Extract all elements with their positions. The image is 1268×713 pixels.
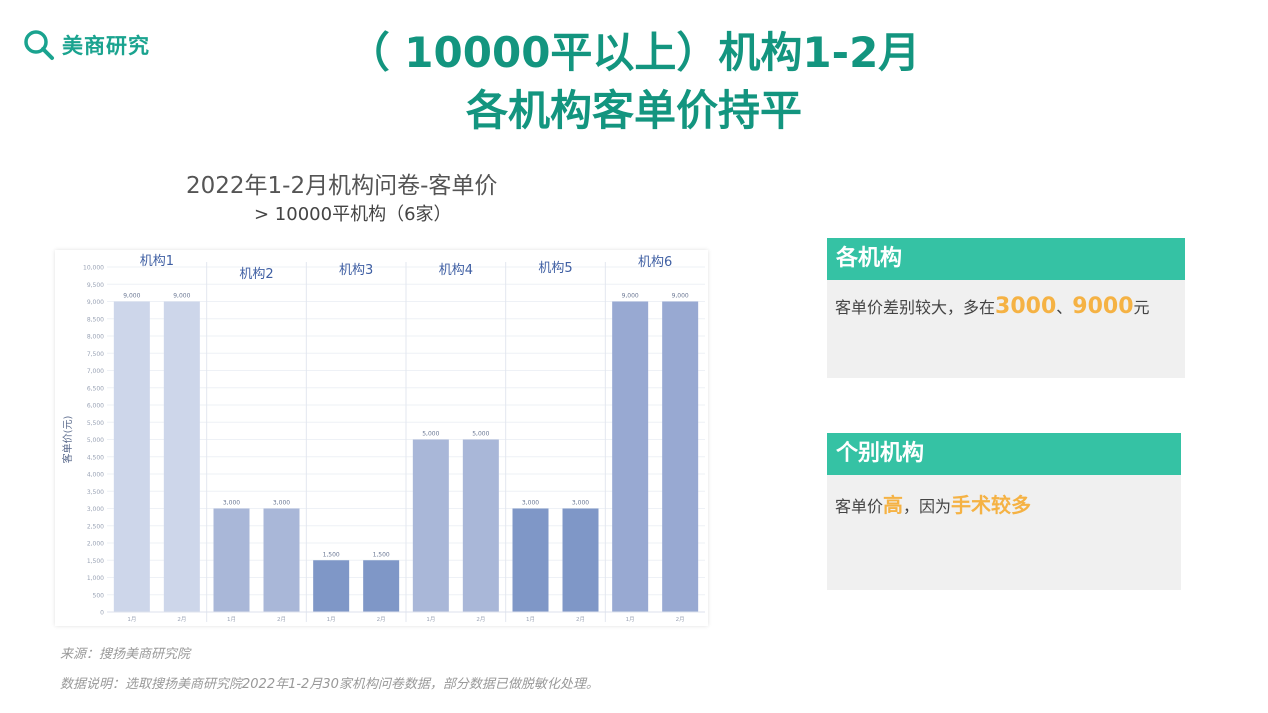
bar xyxy=(163,301,200,612)
bar-data-label: 5,000 xyxy=(422,431,439,438)
x-tick-label: 2月 xyxy=(377,616,386,623)
y-tick-label: 8,500 xyxy=(87,316,104,323)
y-tick-label: 5,500 xyxy=(87,420,104,427)
bar-data-label: 3,000 xyxy=(522,500,539,507)
y-tick-label: 10,000 xyxy=(83,265,104,272)
bar xyxy=(113,301,150,612)
x-tick-label: 2月 xyxy=(177,616,186,623)
x-tick-label: 1月 xyxy=(227,616,236,623)
group-label: 机构2 xyxy=(239,267,273,282)
y-tick-label: 5,000 xyxy=(87,437,104,444)
chart-title: 2022年1-2月机构问卷-客单价 xyxy=(186,173,498,199)
card-header: 个别机构 xyxy=(827,433,1181,475)
card-text: 客单价差别较大，多在 xyxy=(835,298,996,317)
bar-data-label: 5,000 xyxy=(472,431,489,438)
y-tick-label: 6,500 xyxy=(87,385,104,392)
highlight-text: 高 xyxy=(883,493,904,517)
y-tick-label: 2,000 xyxy=(87,541,104,548)
x-tick-label: 1月 xyxy=(526,616,535,623)
data-note: 数据说明：选取搜扬美商研究院2022年1-2月30家机构问卷数据，部分数据已做脱… xyxy=(60,677,599,692)
highlight-value: 3000 xyxy=(995,294,1057,319)
x-tick-label: 1月 xyxy=(327,616,336,623)
x-tick-label: 1月 xyxy=(426,616,435,623)
bar-data-label: 3,000 xyxy=(223,500,240,507)
page-title-line2: 各机构客单价持平 xyxy=(465,86,802,135)
x-tick-label: 2月 xyxy=(277,616,286,623)
y-tick-label: 3,000 xyxy=(87,506,104,513)
y-tick-label: 9,000 xyxy=(87,299,104,306)
y-tick-label: 1,000 xyxy=(87,575,104,582)
bar xyxy=(263,508,300,612)
y-tick-label: 6,000 xyxy=(87,403,104,410)
group-label: 机构5 xyxy=(538,261,572,276)
y-tick-label: 4,000 xyxy=(87,472,104,479)
bar xyxy=(562,508,599,612)
bar-data-label: 9,000 xyxy=(622,293,639,300)
y-tick-label: 500 xyxy=(93,592,105,599)
x-tick-label: 1月 xyxy=(626,616,635,623)
card-text: 客单价 xyxy=(835,497,884,516)
chart-svg: 0 500 1,000 1,500 2,000 2,500 3,000 3,500 4,000 4… xyxy=(61,254,705,623)
bar xyxy=(313,560,350,612)
highlight-text: 手术较多 xyxy=(951,493,1032,517)
y-tick-label: 2,500 xyxy=(87,523,104,530)
chart-subtitle: > 10000平机构（6家） xyxy=(254,204,452,225)
separator: 、 xyxy=(1056,298,1073,317)
bar-data-label: 9,000 xyxy=(123,293,140,300)
bar xyxy=(213,508,250,612)
card-body: 客单价差别较大，多在 3000 、 9000 元 xyxy=(827,280,1185,333)
y-tick-label: 7,500 xyxy=(87,351,104,358)
x-tick-label: 1月 xyxy=(127,616,136,623)
card-body: 客单价 高 ，因为 手术较多 xyxy=(827,475,1181,532)
y-tick-label: 0 xyxy=(100,610,104,617)
card-text: 元 xyxy=(1133,298,1150,317)
y-tick-label: 8,000 xyxy=(87,334,104,341)
highlight-value: 9000 xyxy=(1072,294,1134,319)
card-text: ，因为 xyxy=(903,497,952,516)
card-individual-institutions: 个别机构 客单价 高 ，因为 手术较多 xyxy=(827,433,1181,590)
y-tick-label: 9,500 xyxy=(87,282,104,289)
y-tick-label: 3,500 xyxy=(87,489,104,496)
x-tick-label: 2月 xyxy=(576,616,585,623)
y-axis-label: 客单价(元) xyxy=(61,416,74,464)
card-header: 各机构 xyxy=(827,238,1185,280)
bar xyxy=(363,560,400,612)
page-title-line1: （ 10000平以上）机构1-2月 xyxy=(347,28,921,77)
bar xyxy=(662,301,699,612)
bar xyxy=(612,301,649,612)
bar xyxy=(462,439,499,612)
y-tick-label: 4,500 xyxy=(87,454,104,461)
group-label: 机构6 xyxy=(638,255,672,270)
bar xyxy=(512,508,549,612)
x-tick-label: 2月 xyxy=(476,616,485,623)
card-all-institutions: 各机构 客单价差别较大，多在 3000 、 9000 元 xyxy=(827,238,1185,378)
bar-chart: 0 500 1,000 1,500 2,000 2,500 3,000 3,500 4,000 4… xyxy=(55,250,708,626)
bar-data-label: 3,000 xyxy=(273,500,290,507)
y-tick-label: 7,000 xyxy=(87,368,104,375)
group-label: 机构1 xyxy=(140,254,174,269)
bar-data-label: 9,000 xyxy=(173,293,190,300)
group-label: 机构3 xyxy=(339,263,373,278)
source-note: 来源：搜扬美商研究院 xyxy=(60,647,191,662)
bar xyxy=(412,439,449,612)
bar-data-label: 1,500 xyxy=(323,551,340,558)
bar-data-label: 9,000 xyxy=(672,293,689,300)
y-tick-label: 1,500 xyxy=(87,558,104,565)
bar-data-label: 3,000 xyxy=(572,500,589,507)
x-tick-label: 2月 xyxy=(676,616,685,623)
bar-data-label: 1,500 xyxy=(373,551,390,558)
group-label: 机构4 xyxy=(439,263,473,278)
